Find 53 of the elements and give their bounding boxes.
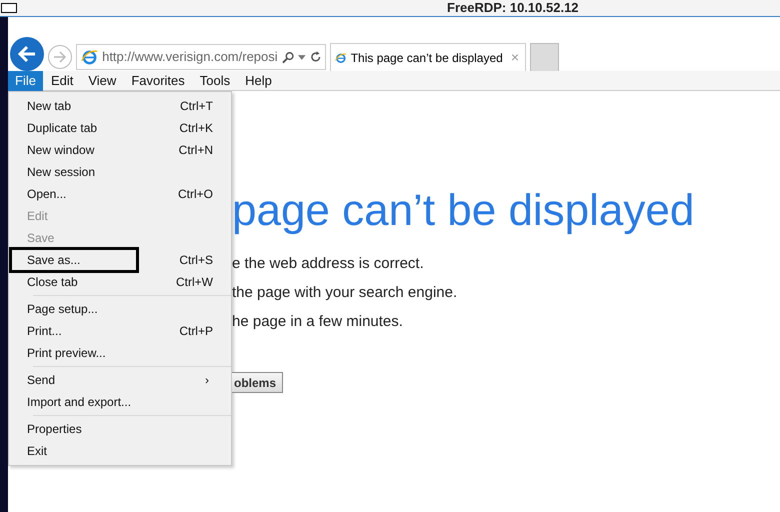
menu-item-label: Properties (27, 421, 83, 438)
menu-item[interactable]: Close tab Ctrl+W (9, 271, 231, 293)
menu-item[interactable]: Page setup... (9, 298, 231, 320)
menu-item-label: Send (27, 372, 56, 389)
menu-item-label: New tab (27, 98, 72, 115)
menu-item-label: New window (27, 142, 96, 159)
url-text: http://www.verisign.com/reposi (102, 48, 278, 66)
menu-bar-item[interactable]: Tools (192, 70, 238, 90)
browser-tab[interactable]: This page can’t be displayed × (330, 43, 526, 71)
menu-bar-item[interactable]: File (8, 70, 43, 90)
menu-item[interactable]: Open... Ctrl+O (9, 183, 231, 205)
menu-item-label: New session (27, 164, 96, 181)
menu-item[interactable]: Print preview... (9, 342, 231, 364)
menu-item-label: Save (27, 230, 56, 247)
browser-logo-icon (81, 48, 98, 66)
back-button[interactable] (10, 37, 44, 71)
refresh-icon[interactable] (310, 51, 321, 63)
menu-item[interactable]: New window Ctrl+N (9, 139, 231, 161)
menu-item-label: Exit (27, 443, 48, 460)
error-heading: page can’t be displayed (232, 186, 696, 236)
menu-item-label: Duplicate tab (27, 120, 98, 137)
menu-item[interactable]: Properties (9, 418, 231, 440)
menu-item-label: Print... (27, 323, 63, 340)
suggestion-text: e the web address is correct. (232, 254, 425, 272)
menu-bar-item[interactable]: View (81, 70, 124, 90)
menu-item-label: Print preview... (27, 345, 107, 362)
suggestion-text: the page with your search engine. (232, 283, 458, 301)
menu-item[interactable]: Exit (9, 440, 231, 462)
search-icon[interactable] (282, 50, 294, 64)
fix-problems-button[interactable]: oblems (232, 372, 284, 393)
menu-item-label: Page setup... (27, 301, 99, 318)
dropdown-icon[interactable] (298, 54, 306, 60)
address-bar[interactable]: http://www.verisign.com/reposi (76, 44, 326, 70)
menu-item[interactable]: Import and export... (9, 391, 231, 413)
suggestion-text: he page in a few minutes. (232, 312, 404, 330)
window-title: FreeRDP: 10.10.52.12 (447, 0, 579, 18)
menu-item-label: Open... (27, 186, 68, 203)
menu-item[interactable]: New session (9, 161, 231, 183)
forward-arrow-icon (53, 51, 67, 63)
menu-bar-item[interactable]: Favorites (124, 70, 192, 90)
menu-item[interactable]: Print... Ctrl+P (9, 320, 231, 342)
menu-item-label: Save as... (9, 247, 139, 273)
menu-item-label: Edit (27, 208, 49, 225)
menu-item[interactable]: Send › (9, 369, 231, 391)
menu-item-label: Close tab (27, 274, 79, 291)
menu-bar-item[interactable]: Edit (44, 70, 80, 90)
menu-item[interactable]: Save as... Ctrl+S (9, 249, 231, 271)
tab-title: This page can’t be displayed (350, 50, 503, 66)
back-arrow-icon (17, 45, 37, 63)
menu-item[interactable]: New tab Ctrl+T (9, 95, 231, 117)
menu-item[interactable]: Duplicate tab Ctrl+K (9, 117, 231, 139)
menu-bar-item[interactable]: Help (238, 70, 279, 90)
menu-item-label: Import and export... (27, 394, 132, 411)
